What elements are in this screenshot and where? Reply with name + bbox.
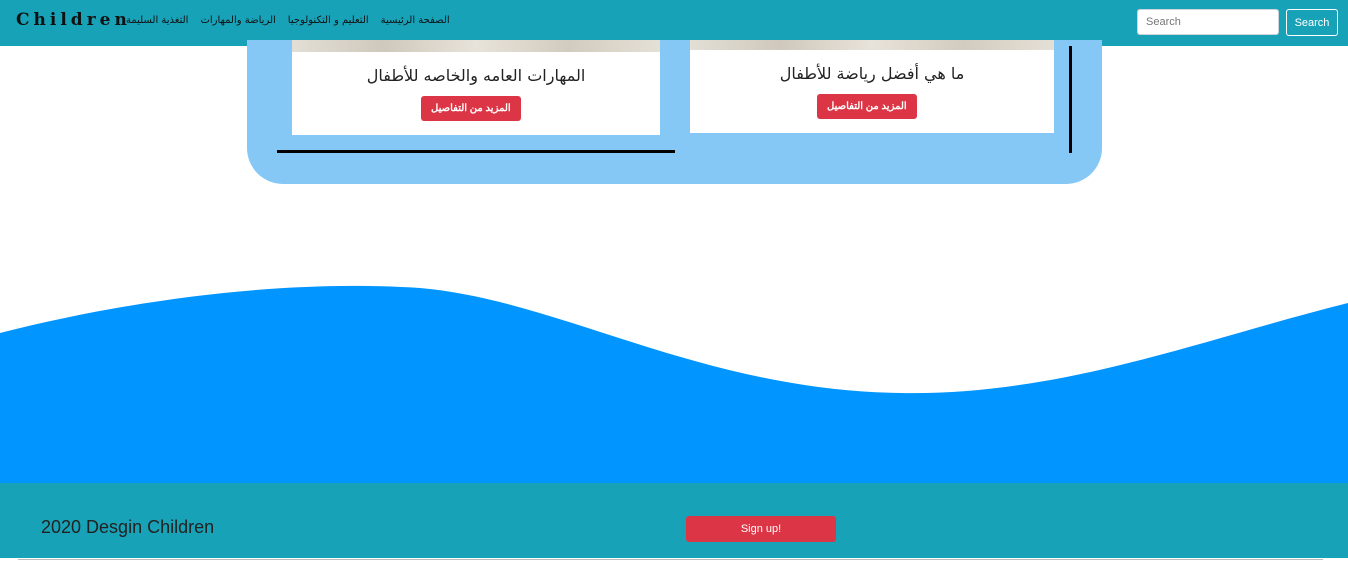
card-title: ما هي أفضل رياضة للأطفال bbox=[779, 64, 965, 83]
nav-links: الصفحة الرئيسية التعليم و التكنولوجيا ال… bbox=[126, 15, 450, 26]
signup-button[interactable]: Sign up! bbox=[686, 516, 836, 542]
nav-link-sports-skills[interactable]: الرياضة والمهارات bbox=[200, 15, 275, 26]
card-image bbox=[292, 40, 660, 52]
details-button[interactable]: المزيد من التفاصيل bbox=[421, 96, 521, 121]
footer: 2020 Desgin Children Sign up! bbox=[0, 483, 1348, 558]
brand-logo[interactable]: Children bbox=[16, 10, 131, 30]
divider-line bbox=[277, 150, 675, 153]
article-card-skills: المهارات العامه والخاصه للأطفال المزيد م… bbox=[292, 40, 660, 135]
wave-decoration bbox=[0, 285, 1348, 483]
details-button[interactable]: المزيد من التفاصيل bbox=[817, 94, 917, 119]
nav-link-healthy-nutrition[interactable]: التغذية السليمة bbox=[126, 15, 188, 26]
card-title: المهارات العامه والخاصه للأطفال bbox=[366, 66, 586, 85]
nav-link-education-technology[interactable]: التعليم و التكنولوجيا bbox=[288, 15, 369, 26]
articles-panel: المهارات العامه والخاصه للأطفال المزيد م… bbox=[247, 40, 1102, 184]
footer-copyright: 2020 Desgin Children bbox=[41, 517, 215, 537]
search-button[interactable]: Search bbox=[1286, 9, 1338, 36]
article-card-sports: ما هي أفضل رياضة للأطفال المزيد من التفا… bbox=[690, 40, 1054, 133]
search-input[interactable] bbox=[1137, 9, 1279, 35]
bottom-divider bbox=[18, 559, 1323, 560]
divider-line-vertical bbox=[1069, 46, 1072, 153]
card-image bbox=[690, 40, 1054, 50]
nav-link-home[interactable]: الصفحة الرئيسية bbox=[381, 15, 450, 26]
